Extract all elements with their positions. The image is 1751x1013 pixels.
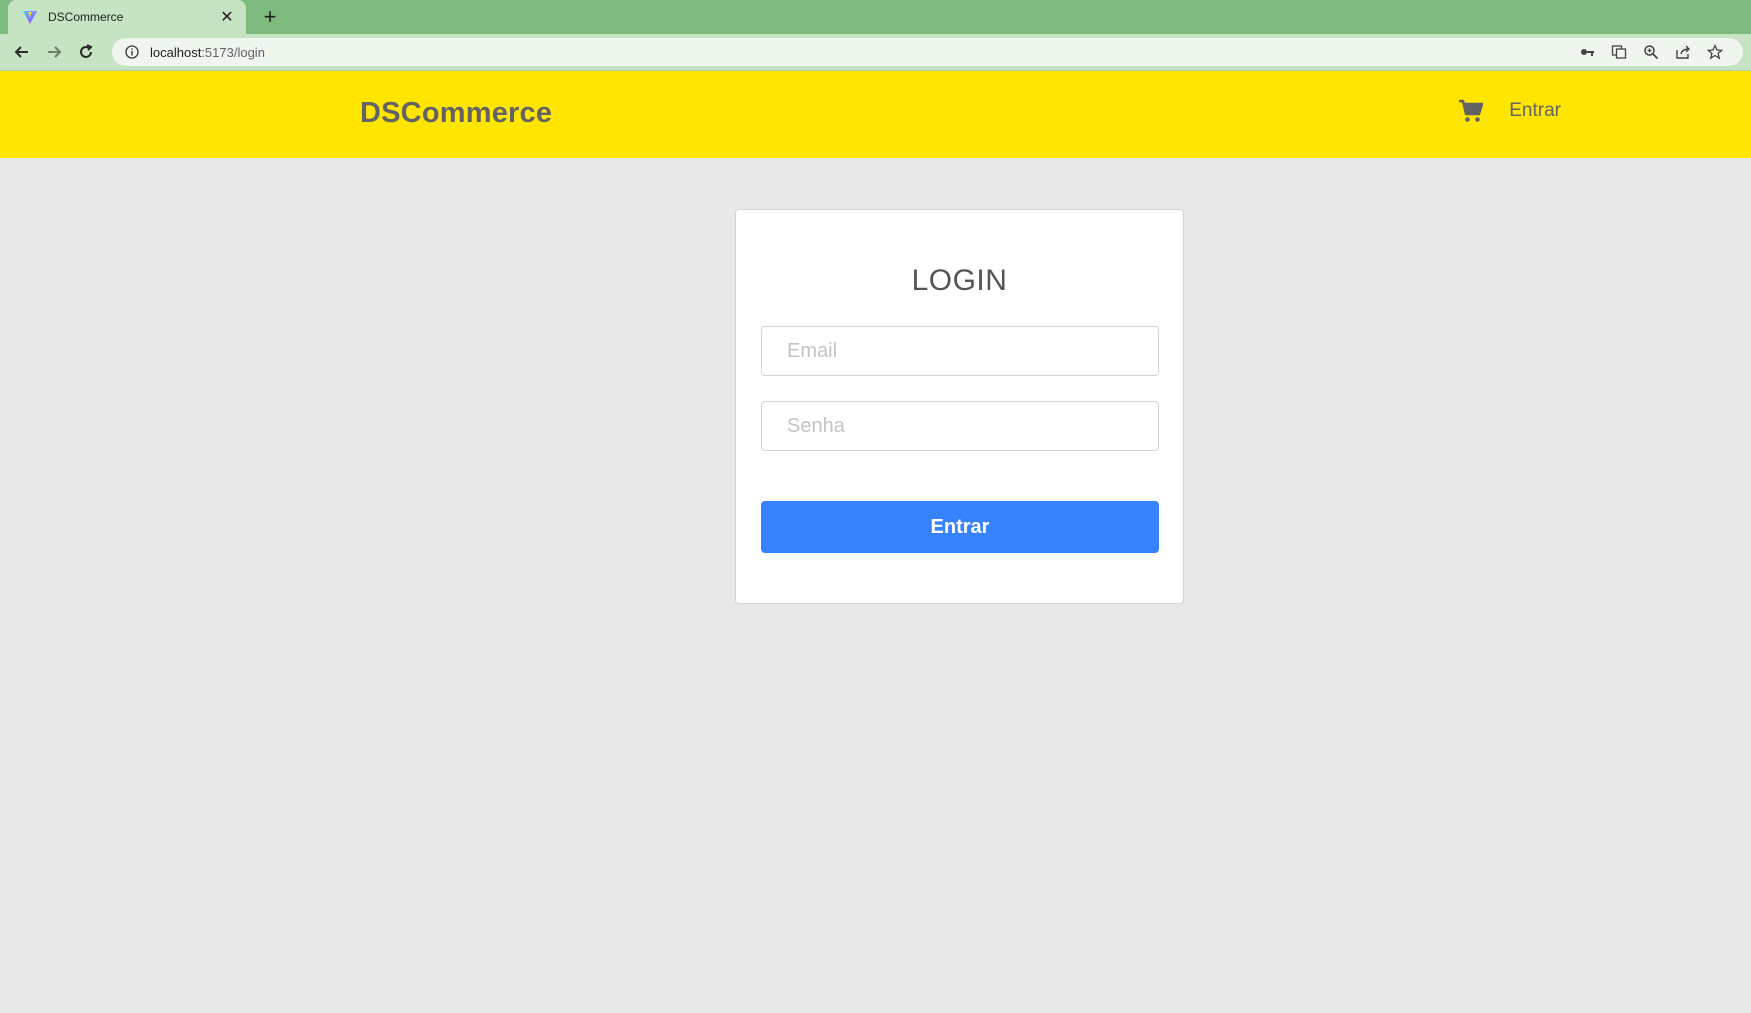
back-arrow-icon[interactable] xyxy=(8,38,36,66)
login-card: LOGIN Entrar xyxy=(735,209,1184,604)
info-icon[interactable] xyxy=(124,44,140,60)
app-logo[interactable]: DSCommerce xyxy=(360,97,552,130)
address-bar[interactable]: localhost:5173/login xyxy=(112,38,1743,66)
share-icon[interactable] xyxy=(1667,40,1699,64)
header-login-link[interactable]: Entrar xyxy=(1509,100,1561,122)
reload-icon[interactable] xyxy=(72,38,100,66)
cart-icon[interactable] xyxy=(1457,97,1485,125)
app-header: DSCommerce Entrar xyxy=(0,71,1751,158)
new-tab-icon[interactable]: + xyxy=(258,4,282,29)
close-icon[interactable]: ✕ xyxy=(218,8,236,26)
translate-icon[interactable] xyxy=(1603,40,1635,64)
login-title: LOGIN xyxy=(911,264,1008,297)
tab-title: DSCommerce xyxy=(48,10,124,24)
password-field[interactable] xyxy=(761,401,1159,451)
zoom-icon[interactable] xyxy=(1635,40,1667,64)
login-submit-button[interactable]: Entrar xyxy=(761,501,1159,553)
key-icon[interactable] xyxy=(1571,40,1603,64)
bookmark-star-icon[interactable] xyxy=(1699,40,1731,64)
header-nav: Entrar xyxy=(1457,97,1561,125)
vite-favicon-icon xyxy=(22,9,38,25)
url-text: localhost:5173/login xyxy=(150,44,265,60)
forward-arrow-icon[interactable] xyxy=(40,38,68,66)
browser-tab[interactable]: DSCommerce ✕ xyxy=(8,0,246,34)
email-field[interactable] xyxy=(761,326,1159,376)
browser-tabstrip: DSCommerce ✕ + xyxy=(0,0,1751,34)
browser-toolbar: localhost:5173/login xyxy=(0,34,1751,70)
